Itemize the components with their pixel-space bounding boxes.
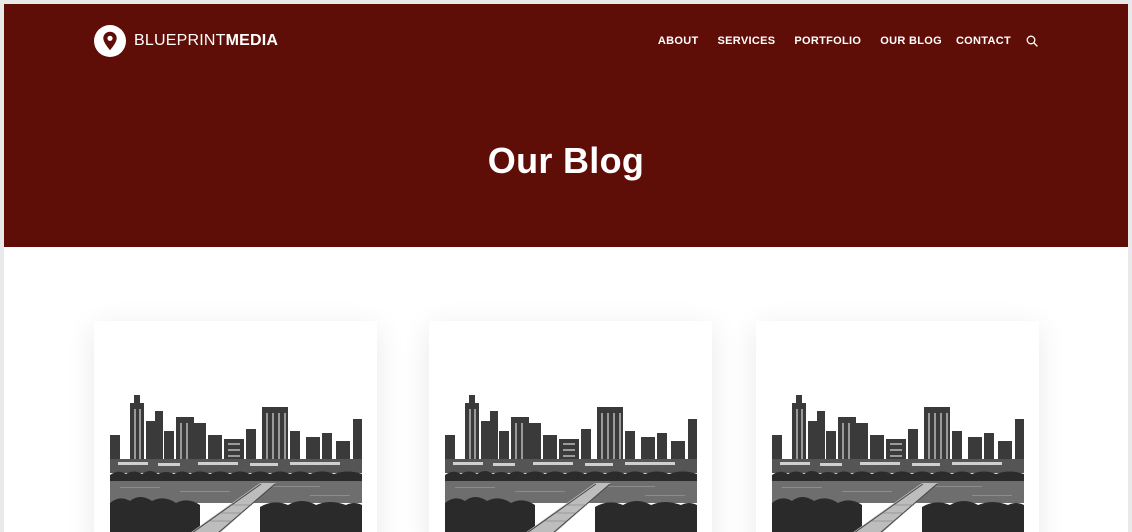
post-image bbox=[772, 383, 1024, 532]
blog-post-card[interactable] bbox=[429, 321, 712, 532]
nav-portfolio[interactable]: PORTFOLIO bbox=[794, 35, 861, 47]
page-frame: BLUEPRINTMEDIA ABOUT SERVICES PORTFOLIO … bbox=[4, 4, 1128, 532]
site-logo[interactable]: BLUEPRINTMEDIA bbox=[94, 25, 278, 57]
blog-post-card[interactable] bbox=[94, 321, 377, 532]
city-skyline-image bbox=[110, 383, 362, 532]
post-image bbox=[110, 383, 362, 532]
city-skyline-image bbox=[772, 383, 1024, 532]
city-skyline-image bbox=[445, 383, 697, 532]
logo-wordmark: BLUEPRINTMEDIA bbox=[134, 32, 278, 50]
nav-contact[interactable]: CONTACT bbox=[956, 35, 1011, 47]
search-icon[interactable] bbox=[1025, 34, 1039, 48]
post-image bbox=[445, 383, 697, 532]
nav-about[interactable]: ABOUT bbox=[658, 35, 699, 47]
logo-text-bold: MEDIA bbox=[225, 32, 279, 49]
logo-text-light: BLUEPRINT bbox=[134, 32, 226, 49]
blog-post-card[interactable] bbox=[756, 321, 1039, 532]
map-pin-icon bbox=[94, 25, 126, 57]
page-title: Our Blog bbox=[487, 140, 645, 181]
main-nav: ABOUT SERVICES PORTFOLIO OUR BLOG CONTAC… bbox=[658, 33, 1039, 49]
nav-our-blog[interactable]: OUR BLOG bbox=[880, 35, 942, 47]
nav-services[interactable]: SERVICES bbox=[718, 35, 776, 47]
hero-header: BLUEPRINTMEDIA ABOUT SERVICES PORTFOLIO … bbox=[4, 4, 1128, 247]
